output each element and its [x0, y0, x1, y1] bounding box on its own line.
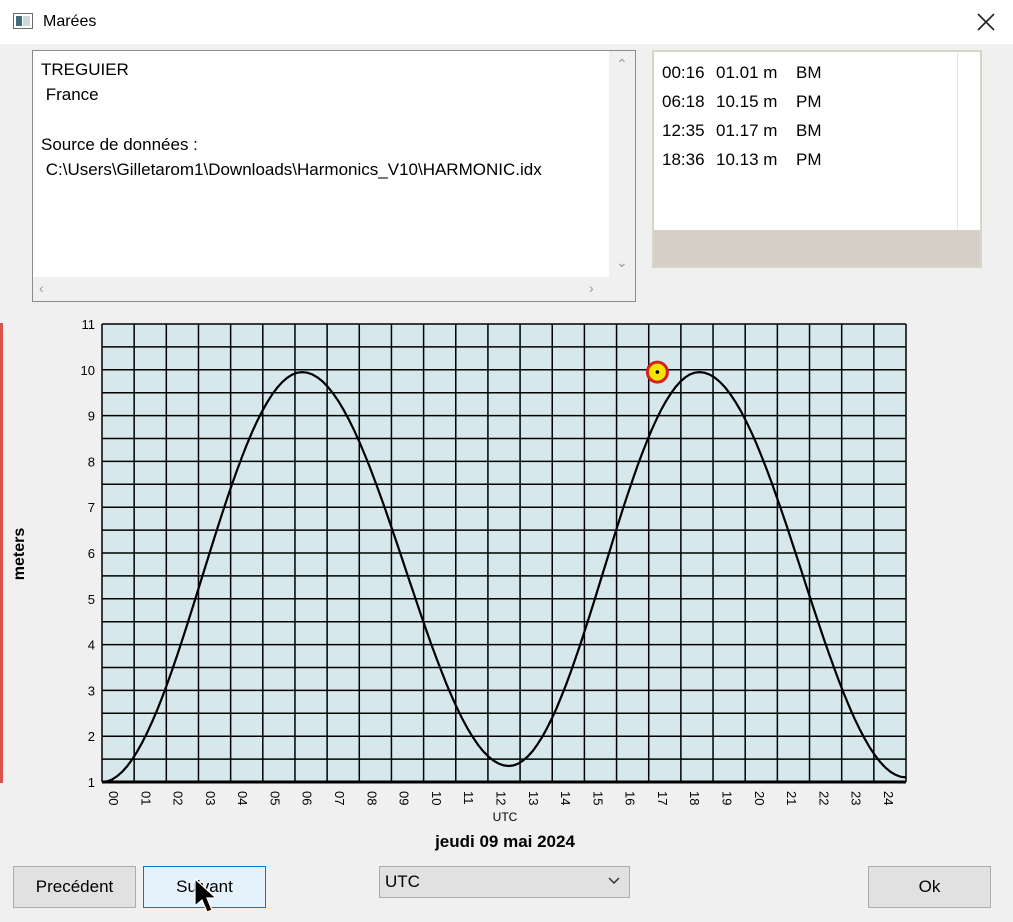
tide-time: 06:18 [662, 92, 705, 111]
tide-height: 01.01 m [716, 63, 778, 82]
tide-type: BM [796, 121, 822, 140]
y-tick-label: 9 [88, 409, 95, 424]
scroll-down-icon[interactable]: ⌄ [616, 255, 628, 269]
previous-button[interactable]: Precédent [13, 866, 136, 908]
tide-height: 10.13 m [716, 150, 778, 169]
y-tick-label: 7 [88, 500, 95, 515]
tide-time: 12:35 [662, 121, 705, 140]
x-tick-label: 04 [235, 791, 250, 805]
close-icon [977, 13, 995, 31]
source-path: C:\Users\Gilletarom1\Downloads\Harmonics… [41, 160, 542, 179]
y-tick-label: 11 [82, 317, 96, 332]
y-tick-label: 10 [81, 363, 95, 378]
horizontal-scrollbar[interactable]: ‹ › [33, 277, 609, 301]
vertical-scrollbar[interactable]: ⌃ ⌄ [609, 51, 635, 277]
x-tick-label: 21 [784, 791, 799, 805]
y-tick-label: 5 [88, 592, 95, 607]
chevron-down-icon [608, 877, 620, 885]
source-label: Source de données : [41, 135, 198, 154]
x-tick-label: 22 [816, 791, 831, 805]
scroll-right-icon[interactable]: › [589, 281, 594, 295]
tide-times-list[interactable]: 00:16 01.01 m BM 06:18 10.15 m PM 12:35 01.17 m… [652, 50, 982, 268]
station-info-textarea[interactable]: TREGUIER France Source de données : C:\U… [32, 50, 636, 302]
tide-chart-svg: 123456789101100 01 02 03 04 05 06 07 08 09 10 11 12 1… [11, 317, 907, 851]
y-tick-label: 4 [88, 638, 95, 653]
close-button[interactable] [968, 6, 1002, 38]
x-tick-label: 05 [267, 791, 282, 805]
tide-height: 01.17 m [716, 121, 778, 140]
station-country: France [41, 85, 99, 104]
x-tick-label: 11 [461, 791, 476, 805]
x-tick-label: 15 [590, 791, 605, 805]
x-tick-label: 10 [429, 791, 444, 805]
window-title: Marées [43, 13, 97, 30]
tide-type: BM [796, 63, 822, 82]
y-tick-label: 8 [88, 454, 95, 469]
x-tick-label: 17 [655, 791, 670, 805]
x-tick-label: 08 [364, 791, 379, 805]
x-tick-label: 09 [397, 791, 412, 805]
tide-type: PM [796, 92, 822, 111]
x-tick-label: 20 [752, 791, 767, 805]
x-tick-label: 07 [332, 791, 347, 805]
x-tick-label: 12 [493, 791, 508, 805]
x-tick-label: 23 [849, 791, 864, 805]
x-tick-label: 16 [623, 791, 638, 805]
tide-time: 00:16 [662, 63, 705, 82]
scroll-up-icon[interactable]: ⌃ [616, 57, 628, 71]
x-tick-label: 24 [881, 791, 896, 805]
date-label: jeudi 09 mai 2024 [434, 832, 575, 851]
app-window-icon [13, 13, 33, 29]
station-info-text: TREGUIER France Source de données : C:\U… [41, 57, 542, 182]
y-tick-label: 2 [88, 729, 95, 744]
tide-type: PM [796, 150, 822, 169]
y-tick-label: 1 [88, 775, 95, 790]
x-tick-label: 19 [719, 791, 734, 805]
x-tick-label: 02 [171, 791, 186, 805]
timezone-select[interactable]: UTC [379, 866, 630, 898]
tide-list-footer [654, 230, 980, 266]
x-axis-label: UTC [493, 810, 518, 824]
scroll-left-icon[interactable]: ‹ [39, 281, 44, 295]
timezone-value: UTC [385, 872, 420, 891]
y-tick-label: 6 [88, 546, 95, 561]
tide-time: 18:36 [662, 150, 705, 169]
scroll-corner [609, 277, 635, 301]
mouse-cursor-icon [194, 878, 215, 913]
ok-button[interactable]: Ok [868, 866, 991, 908]
tide-height: 10.15 m [716, 92, 778, 111]
station-name: TREGUIER [41, 60, 129, 79]
current-time-marker-dot [655, 370, 660, 374]
x-tick-label: 14 [558, 791, 573, 805]
list-divider [957, 52, 958, 230]
x-tick-label: 13 [526, 791, 541, 805]
x-tick-label: 01 [138, 791, 153, 805]
tide-chart: 1 2 3 4 5 6 7 8 9 10 11 00 01 02 03 04 05 06 07 08 09 10 11 12 1… [0, 310, 1013, 855]
x-tick-label: 06 [300, 791, 315, 805]
y-axis-label: meters [11, 528, 28, 581]
y-tick-label: 3 [88, 683, 95, 698]
title-bar: Marées [0, 0, 1013, 44]
x-tick-label: 03 [203, 791, 218, 805]
x-tick-label: 18 [687, 791, 702, 805]
x-tick-label: 00 [106, 791, 121, 805]
